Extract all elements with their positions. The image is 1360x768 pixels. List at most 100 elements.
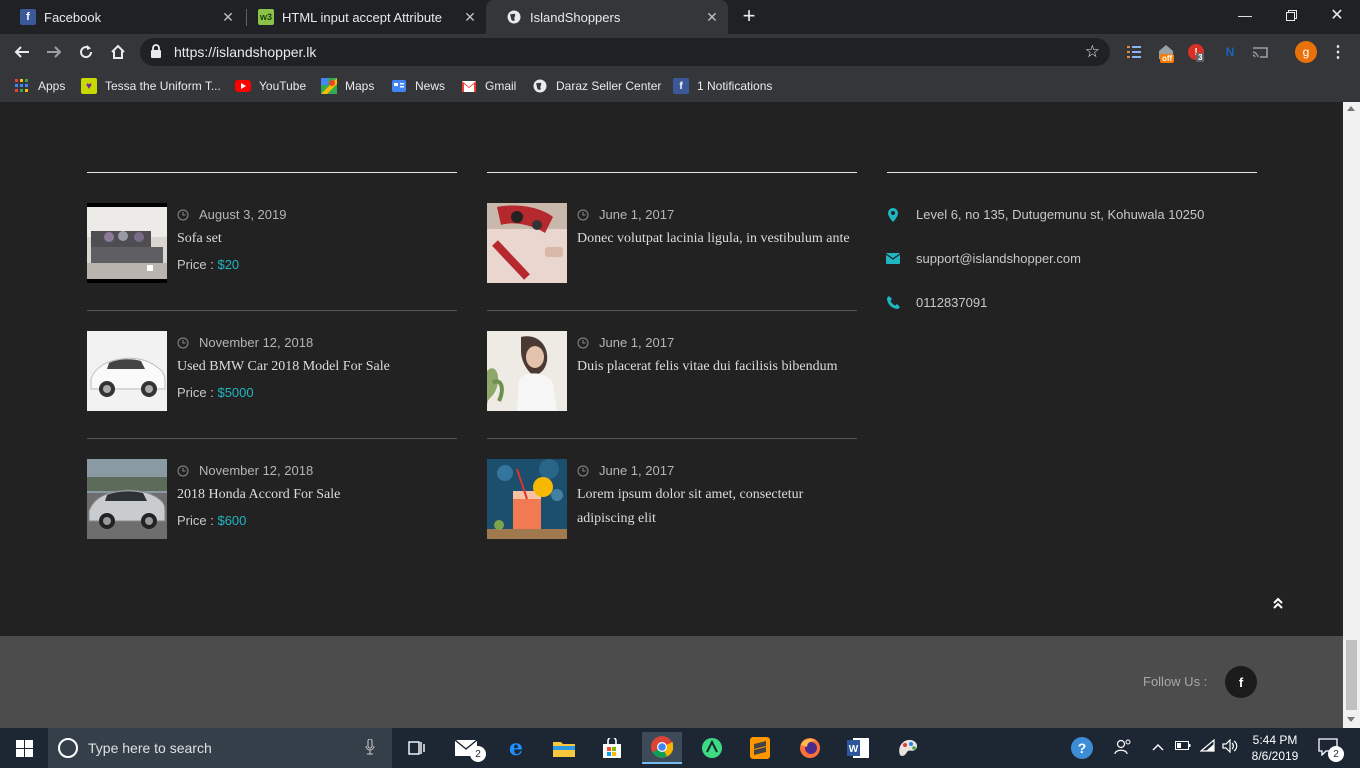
facebook-social-icon[interactable]: f — [1225, 666, 1257, 698]
contact-email[interactable]: support@islandshopper.com — [886, 251, 1081, 266]
mail-app-icon[interactable]: 2 — [446, 732, 486, 764]
people-icon[interactable] — [1114, 739, 1132, 758]
lock-icon[interactable] — [150, 44, 166, 60]
coupon-badge: off — [1160, 54, 1175, 63]
minimize-button[interactable]: — — [1222, 0, 1268, 30]
cast-icon[interactable] — [1250, 42, 1270, 62]
post-title[interactable]: Lorem ipsum dolor sit amet, consectetur … — [577, 483, 803, 531]
clock-icon — [577, 337, 589, 348]
price-label: Price : — [177, 513, 214, 528]
clock-time: 5:44 PM — [1252, 733, 1298, 747]
word-icon[interactable]: W — [838, 732, 878, 764]
close-window-button[interactable]: ✕ — [1314, 0, 1360, 30]
scrollbar-thumb[interactable] — [1346, 640, 1357, 710]
bookmark-daraz[interactable]: Daraz Seller Center — [532, 76, 661, 96]
bookmark-youtube[interactable]: YouTube — [235, 76, 306, 96]
android-studio-icon[interactable] — [692, 732, 732, 764]
action-center-icon[interactable]: 2 — [1318, 738, 1344, 762]
restore-button[interactable] — [1268, 0, 1314, 30]
close-icon[interactable]: ✕ — [704, 9, 720, 25]
bookmark-star-icon[interactable]: ☆ — [1085, 42, 1100, 62]
paint-3d-icon[interactable] — [888, 732, 928, 764]
system-clock[interactable]: 5:44 PM 8/6/2019 — [1244, 732, 1306, 764]
post-thumbnail[interactable] — [487, 203, 567, 283]
product-price: Price : $20 — [177, 257, 239, 272]
n-extension-icon[interactable]: N — [1220, 42, 1240, 62]
list-extension-icon[interactable] — [1124, 42, 1144, 62]
globe-icon — [532, 78, 548, 94]
heart-icon: ♥ — [81, 78, 97, 94]
bookmark-label: Tessa the Uniform T... — [105, 79, 221, 93]
firefox-icon[interactable] — [790, 732, 830, 764]
post-thumbnail[interactable] — [487, 331, 567, 411]
task-view-icon[interactable] — [396, 732, 436, 764]
bookmark-maps[interactable]: Maps — [321, 76, 374, 96]
volume-icon[interactable] — [1222, 738, 1238, 756]
address-text: Level 6, no 135, Dutugemunu st, Kohuwala… — [916, 207, 1205, 222]
notification-extension-icon[interactable]: ! 3 — [1186, 42, 1206, 62]
edge-icon[interactable]: e — [496, 732, 536, 764]
bookmark-label: Maps — [345, 79, 375, 93]
windows-start-icon[interactable] — [0, 728, 48, 768]
clock-icon — [177, 337, 189, 348]
post-title[interactable]: Duis placerat felis vitae dui facilisis … — [577, 355, 837, 379]
date-text: June 1, 2017 — [599, 335, 675, 350]
close-icon[interactable]: ✕ — [220, 9, 236, 25]
sublime-text-icon[interactable] — [740, 732, 780, 764]
product-title[interactable]: Used BMW Car 2018 Model For Sale — [177, 355, 390, 379]
tab-title: Facebook — [44, 9, 102, 25]
notification-count-badge: 2 — [1328, 746, 1344, 762]
post-title[interactable]: Donec volutpat lacinia ligula, in vestib… — [577, 227, 850, 251]
svg-text:W: W — [849, 744, 859, 755]
bookmark-gmail[interactable]: Gmail — [461, 76, 516, 96]
chevron-up-icon[interactable] — [1152, 739, 1164, 754]
bookmark-label: Gmail — [485, 79, 517, 93]
scroll-down-arrow-icon[interactable] — [1347, 717, 1355, 722]
address-bar[interactable]: https://islandshopper.lk ☆ — [140, 38, 1110, 66]
close-icon[interactable]: ✕ — [462, 9, 478, 25]
post-thumbnail[interactable] — [487, 459, 567, 539]
phone-text: 0112837091 — [916, 295, 988, 310]
home-icon[interactable] — [104, 38, 132, 66]
microphone-icon[interactable] — [365, 738, 375, 758]
bookmarks-bar: Apps ♥ Tessa the Uniform T... YouTube Ma… — [0, 70, 1360, 102]
search-placeholder[interactable]: Type here to search — [88, 740, 212, 756]
follow-us-label: Follow Us : — [1143, 674, 1208, 689]
vertical-scrollbar[interactable] — [1343, 102, 1360, 728]
gmail-icon — [461, 78, 477, 94]
honda-accord-thumbnail[interactable] — [87, 459, 167, 539]
scroll-to-top-icon[interactable] — [1269, 595, 1287, 613]
reload-icon[interactable] — [72, 38, 100, 66]
product-title[interactable]: Sofa set — [177, 227, 222, 251]
bookmark-news[interactable]: News — [391, 76, 445, 96]
sofa-set-thumbnail[interactable] — [87, 203, 167, 283]
back-icon[interactable] — [8, 38, 36, 66]
apps-grid-icon — [14, 78, 30, 94]
post-date: June 1, 2017 — [577, 335, 674, 350]
tab-facebook[interactable]: f Facebook ✕ — [0, 0, 244, 34]
date-text: June 1, 2017 — [599, 207, 675, 222]
battery-icon[interactable] — [1175, 739, 1191, 754]
file-explorer-icon[interactable] — [544, 732, 584, 764]
facebook-icon: f — [673, 78, 689, 94]
tab-html-input-accept[interactable]: w3 HTML input accept Attribute ✕ — [238, 0, 486, 34]
bookmark-notifications[interactable]: f 1 Notifications — [673, 76, 772, 96]
forward-icon[interactable] — [40, 38, 68, 66]
menu-icon[interactable]: ⋮ — [1328, 42, 1348, 62]
profile-avatar[interactable]: g — [1295, 41, 1317, 63]
help-icon[interactable]: ? — [1071, 737, 1093, 759]
clock-icon — [177, 209, 189, 220]
post-date: June 1, 2017 — [577, 463, 674, 478]
contact-phone[interactable]: 0112837091 — [886, 295, 987, 310]
chrome-icon[interactable] — [642, 732, 682, 764]
product-title[interactable]: 2018 Honda Accord For Sale — [177, 483, 340, 507]
store-icon[interactable] — [592, 732, 632, 764]
scroll-up-arrow-icon[interactable] — [1347, 106, 1355, 111]
wifi-icon[interactable] — [1199, 738, 1216, 756]
bookmark-apps[interactable]: Apps — [14, 76, 65, 96]
bmw-car-thumbnail[interactable] — [87, 331, 167, 411]
coupon-extension-icon[interactable]: off — [1156, 42, 1176, 63]
bookmark-tessa[interactable]: ♥ Tessa the Uniform T... — [81, 76, 221, 96]
new-tab-button[interactable]: + — [738, 5, 760, 28]
tab-islandshoppers[interactable]: IslandShoppers ✕ — [486, 0, 728, 34]
